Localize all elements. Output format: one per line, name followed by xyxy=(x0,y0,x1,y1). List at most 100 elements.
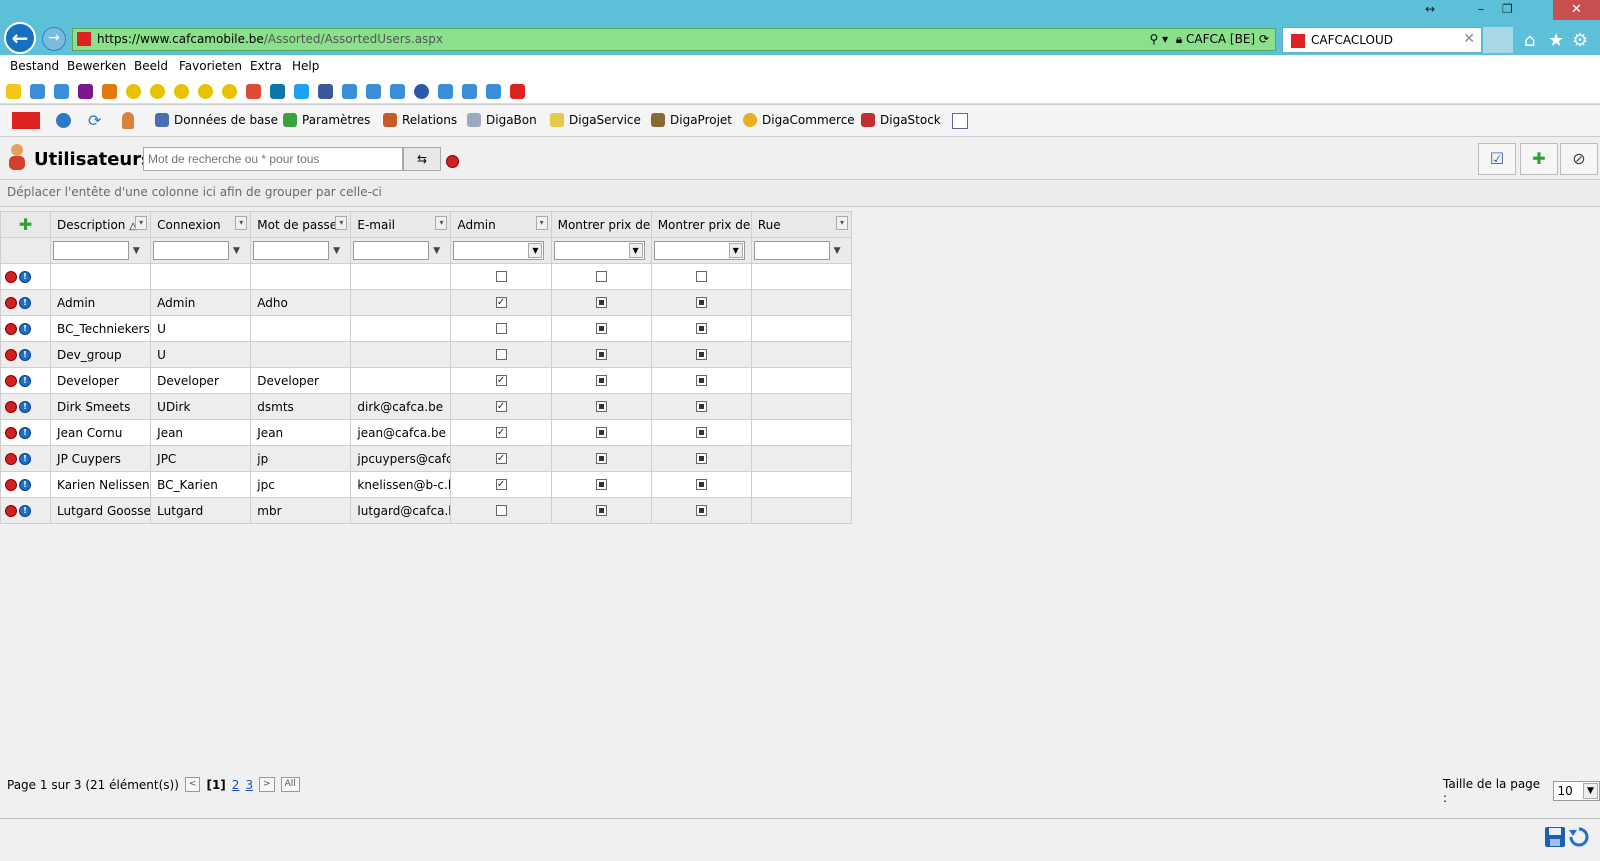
checkbox[interactable] xyxy=(695,453,707,464)
edit-row-icon[interactable]: ! xyxy=(19,453,31,465)
cell-connexion[interactable] xyxy=(150,263,252,290)
filter-icon[interactable]: ▼ xyxy=(233,246,242,256)
google-plus-icon[interactable] xyxy=(246,84,261,99)
chevron-down-icon[interactable]: ▼ xyxy=(728,243,743,258)
cancel-button[interactable]: ⊘ xyxy=(1560,143,1598,175)
filter-input[interactable] xyxy=(253,241,330,260)
delete-row-icon[interactable] xyxy=(5,427,17,439)
edit-row-icon[interactable]: ! xyxy=(19,505,31,517)
close-window-button[interactable]: ✕ xyxy=(1553,0,1600,20)
table-row[interactable]: ! Dev_group U xyxy=(0,341,853,368)
linkedin-icon[interactable] xyxy=(270,84,285,99)
filter-select[interactable]: ▼ xyxy=(653,241,745,260)
cafca-logo[interactable] xyxy=(12,112,40,129)
close-tab-icon[interactable]: ✕ xyxy=(1463,31,1475,47)
checkbox[interactable] xyxy=(495,427,507,438)
edit-row-icon[interactable]: ! xyxy=(19,479,31,491)
search-icon[interactable]: ⚲ ▾ xyxy=(1150,32,1169,46)
column-menu-icon[interactable]: ▾ xyxy=(335,216,348,230)
next-page-button[interactable]: > xyxy=(259,777,275,792)
cell-email[interactable] xyxy=(350,341,452,368)
table-row[interactable]: ! Karien Nelissen BC_Karien jpc knelissen@b-… xyxy=(0,471,853,498)
address-bar[interactable]: https://www.cafcamobile.be/Assorted/Asso… xyxy=(72,28,1276,51)
cell-email[interactable]: jean@cafca.be xyxy=(350,419,452,446)
bookmark-icon[interactable] xyxy=(198,84,213,99)
delete-row-icon[interactable] xyxy=(5,297,17,309)
column-header-connexion[interactable]: Connexion ▾ xyxy=(150,211,252,238)
ie-link-icon[interactable] xyxy=(438,84,453,99)
cell-password[interactable]: jp xyxy=(250,445,352,472)
prev-page-button[interactable]: < xyxy=(184,777,201,792)
menu-help[interactable]: Help xyxy=(292,59,319,73)
menu-bestand[interactable]: Bestand xyxy=(10,59,59,73)
cell-connexion[interactable]: UDirk xyxy=(150,393,252,420)
checkbox[interactable] xyxy=(495,505,507,516)
cell-password[interactable]: jpc xyxy=(250,471,352,498)
cell-connexion[interactable]: U xyxy=(150,341,252,368)
add-row-icon[interactable]: ✚ xyxy=(19,215,32,234)
table-row[interactable]: ! Lutgard GoossensLutgardmbrlutgard@cafca… xyxy=(0,497,853,524)
cafca-link-icon[interactable] xyxy=(510,84,525,99)
checkbox[interactable] xyxy=(695,271,707,282)
cell-password[interactable] xyxy=(250,341,352,368)
cell-email[interactable]: dirk@cafca.be xyxy=(350,393,452,420)
bookmark-icon[interactable] xyxy=(150,84,165,99)
bookmark-icon[interactable] xyxy=(126,84,141,99)
cell-connexion[interactable]: Developer xyxy=(150,367,252,394)
checkbox[interactable] xyxy=(595,349,607,360)
column-menu-icon[interactable]: ▾ xyxy=(435,216,448,230)
cell-password[interactable]: Adho xyxy=(250,289,352,316)
cell-rue[interactable] xyxy=(750,315,853,342)
filter-select[interactable]: ▼ xyxy=(453,241,545,260)
column-header-description[interactable]: Description △ ▾ xyxy=(50,211,152,238)
site-identity[interactable]: CAFCA [BE] xyxy=(1186,32,1255,46)
table-row[interactable]: ! Dirk Smeets UDirk dsmts dirk@cafca.be xyxy=(0,393,853,420)
checkbox[interactable] xyxy=(595,401,607,412)
cell-connexion[interactable]: Lutgard xyxy=(150,497,252,524)
globe-icon[interactable] xyxy=(56,113,71,128)
cell-email[interactable] xyxy=(350,289,452,316)
toolbar-digaservice[interactable]: DigaService xyxy=(550,113,641,127)
toolbar-digastock[interactable]: DigaStock xyxy=(861,113,941,127)
table-row[interactable]: ! BC_Techniekers U xyxy=(0,315,853,342)
facebook-icon[interactable] xyxy=(318,84,333,99)
cell-password[interactable]: mbr xyxy=(250,497,352,524)
browser-tab[interactable]: CAFCACLOUD ✕ xyxy=(1282,27,1482,53)
checkbox[interactable] xyxy=(495,297,507,308)
toolbar-parametres[interactable]: Paramètres xyxy=(283,113,370,127)
checkbox[interactable] xyxy=(595,323,607,334)
checkbox[interactable] xyxy=(495,271,507,282)
bookmark-icon[interactable] xyxy=(222,84,237,99)
checkbox[interactable] xyxy=(695,505,707,516)
checkbox[interactable] xyxy=(495,479,507,490)
toolbar-relations[interactable]: Relations xyxy=(383,113,457,127)
checkbox[interactable] xyxy=(695,349,707,360)
chevron-down-icon[interactable]: ▼ xyxy=(628,243,643,258)
search-button[interactable]: ⇆ xyxy=(403,147,441,171)
user-icon[interactable] xyxy=(122,112,134,129)
add-favorite-icon[interactable] xyxy=(6,84,21,99)
cell-password[interactable] xyxy=(250,263,352,290)
filter-input[interactable] xyxy=(53,241,130,260)
globe-icon[interactable] xyxy=(414,84,429,99)
cell-description[interactable] xyxy=(50,263,152,290)
cell-rue[interactable] xyxy=(750,289,853,316)
edit-row-icon[interactable]: ! xyxy=(19,297,31,309)
checkbox[interactable] xyxy=(495,323,507,334)
save-icon[interactable] xyxy=(1544,826,1566,848)
delete-row-icon[interactable] xyxy=(5,349,17,361)
minimize-icon[interactable]: – xyxy=(1478,2,1484,16)
checkbox[interactable] xyxy=(495,401,507,412)
filter-input[interactable] xyxy=(353,241,430,260)
filter-icon[interactable]: ▼ xyxy=(834,246,843,256)
gear-icon[interactable]: ⚙ xyxy=(1572,30,1588,51)
edit-row-icon[interactable]: ! xyxy=(19,427,31,439)
forward-button[interactable]: → xyxy=(42,27,66,51)
checkbox[interactable] xyxy=(595,297,607,308)
checkbox[interactable] xyxy=(695,401,707,412)
checkbox[interactable] xyxy=(695,375,707,386)
column-header-rue[interactable]: Rue ▾ xyxy=(750,211,853,238)
column-header-email[interactable]: E-mail ▾ xyxy=(350,211,452,238)
menu-extra[interactable]: Extra xyxy=(250,59,282,73)
checkbox[interactable] xyxy=(695,479,707,490)
